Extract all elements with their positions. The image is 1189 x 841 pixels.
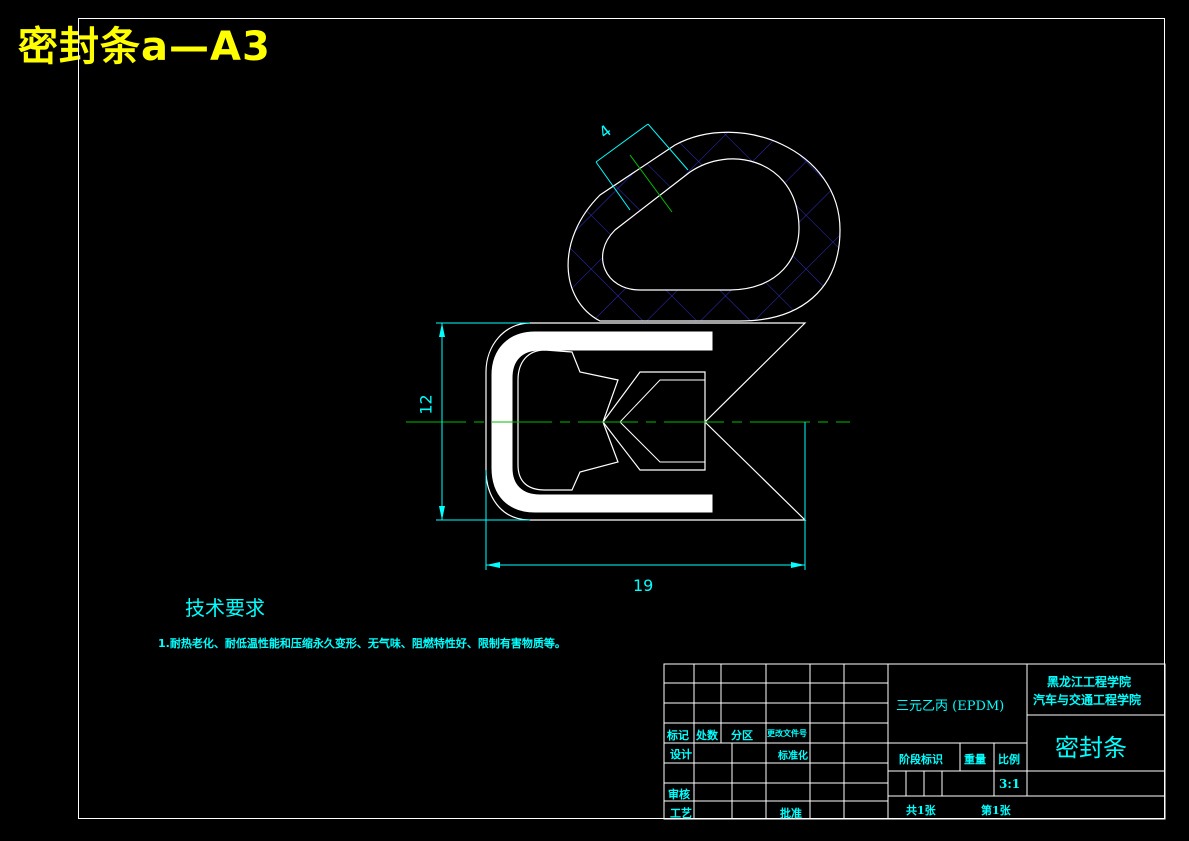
label-stage: 阶段标识 [899,753,943,766]
scale-value: 3:1 [999,777,1021,791]
label-review: 审核 [668,788,690,801]
sheet-number: 第1张 [981,804,1011,817]
part-name: 密封条 [1055,734,1127,762]
label-change-doc: 更改文件号 [767,728,807,738]
label-zone: 分区 [731,729,753,742]
label-approve: 批准 [780,807,802,820]
label-standardize: 标准化 [778,751,808,762]
institution-line1: 黑龙江工程学院 [1047,675,1132,689]
tech-requirements-heading: 技术要求 [185,596,265,620]
label-mark: 标记 [667,729,689,742]
width-label: 19 [633,576,654,595]
label-process: 工艺 [670,807,692,820]
material-label: 三元乙丙 (EPDM) [896,699,1005,714]
label-design: 设计 [670,748,692,761]
tech-requirements-note: 1.耐热老化、耐低温性能和压缩永久变形、无气味、阻燃特性好、限制有害物质等。 [158,637,566,650]
label-scale: 比例 [998,753,1020,766]
height-label: 12 [416,394,436,415]
sheets-total: 共1张 [906,804,936,817]
label-weight: 重量 [964,753,986,766]
label-count: 处数 [696,729,718,742]
institution-line2: 汽车与交通工程学院 [1033,693,1142,707]
bulb-section [567,131,841,322]
